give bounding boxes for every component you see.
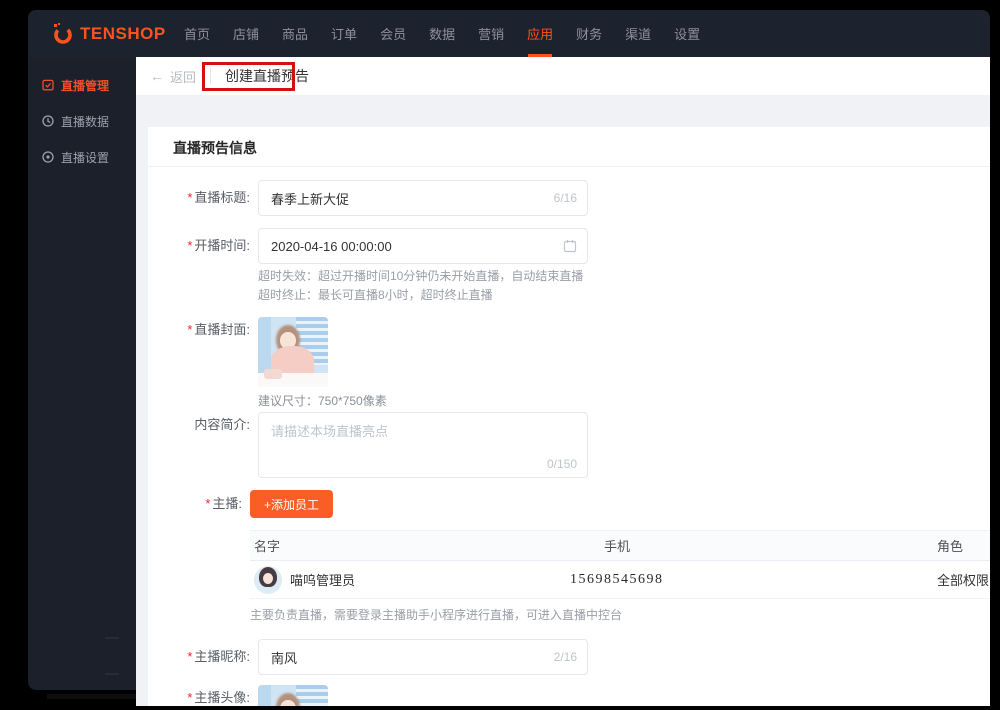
- field-label: * 直播标题:: [187, 190, 250, 205]
- nav-item-goods[interactable]: 商品: [282, 10, 308, 57]
- main-content: ← 返回 创建直播预告 直播预告信息 * 直播标题: 春季上新大促 6/16 *…: [136, 57, 990, 706]
- field-row-avatar: * 主播头像:: [148, 685, 990, 706]
- nickname-value: 南风: [271, 650, 298, 666]
- sidebar-faint-divider: [105, 637, 119, 639]
- field-row-title: * 直播标题: 春季上新大促 6/16: [148, 180, 990, 216]
- field-row-description: 内容简介: 0/150: [148, 412, 990, 478]
- broadcast-form: * 直播标题: 春季上新大促 6/16 * 开播时间: 2020-04-16 00:…: [148, 167, 990, 706]
- page-title: 创建直播预告: [225, 68, 310, 84]
- anchor-table: 名字 手机 角色 喵呜管理员 15698545698 全部权限: [250, 530, 990, 599]
- nav-item-orders[interactable]: 订单: [331, 10, 357, 57]
- sidebar-item-label: 直播管理: [61, 78, 110, 93]
- nav-item-shop[interactable]: 店铺: [233, 10, 259, 57]
- nickname-char-counter: 2/16: [553, 650, 577, 664]
- field-label: * 主播头像:: [187, 690, 250, 705]
- sidebar-item-live-manage[interactable]: 直播管理: [28, 67, 136, 103]
- nav-item-home[interactable]: 首页: [184, 10, 210, 57]
- field-row-nickname: * 主播昵称: 南风 2/16: [148, 639, 990, 675]
- sidebar-faint-divider: [105, 673, 119, 675]
- cover-size-hint: 建议尺寸：750*750像素: [258, 394, 387, 408]
- anchor-table-header: 名字 手机 角色: [250, 531, 990, 561]
- anchor-avatar-image[interactable]: [258, 685, 328, 706]
- time-tip-line: 超时终止：最长可直播8小时，超时终止直播: [258, 288, 493, 302]
- description-textarea-wrap: 0/150: [258, 412, 588, 478]
- form-card: 直播预告信息 * 直播标题: 春季上新大促 6/16 * 开播时间: 2020-…: [148, 127, 990, 706]
- col-header-phone: 手机: [604, 539, 631, 554]
- sidebar-item-live-settings[interactable]: 直播设置: [28, 139, 136, 175]
- main-nav: 首页 店铺 商品 订单 会员 数据 营销 应用 财务 渠道 设置: [184, 10, 700, 57]
- brand-name: TENSHOP: [80, 23, 166, 43]
- start-time-value: 2020-04-16 00:00:00: [271, 238, 392, 254]
- field-label: * 主播昵称:: [187, 649, 250, 664]
- broadcast-manage-icon: [41, 78, 55, 92]
- sidebar-item-live-data[interactable]: 直播数据: [28, 103, 136, 139]
- nav-item-channels[interactable]: 渠道: [625, 10, 651, 57]
- field-label: * 主播:: [205, 496, 242, 511]
- nav-item-data[interactable]: 数据: [429, 10, 455, 57]
- anchor-avatar: [254, 565, 282, 594]
- required-mark: *: [187, 649, 193, 664]
- required-mark: *: [187, 190, 193, 205]
- required-mark: *: [205, 496, 211, 511]
- back-button[interactable]: 返回: [170, 67, 196, 86]
- tenshop-logo-icon: [52, 22, 74, 45]
- broadcast-data-icon: [41, 114, 55, 128]
- nav-item-settings[interactable]: 设置: [674, 10, 700, 57]
- nav-item-finance[interactable]: 财务: [576, 10, 602, 57]
- app-frame: TENSHOP 首页 店铺 商品 订单 会员 数据 营销 应用 财务 渠道 设置…: [0, 0, 1000, 710]
- add-staff-button[interactable]: +添加员工: [250, 490, 334, 518]
- broadcast-settings-icon: [41, 150, 55, 164]
- anchor-phone: 15698545698: [570, 571, 664, 587]
- section-title: 直播预告信息: [148, 127, 990, 167]
- field-label: * 直播封面:: [187, 322, 250, 337]
- description-char-counter: 0/150: [546, 457, 577, 471]
- title-input-value: 春季上新大促: [271, 191, 350, 207]
- field-row-anchor: * 主播: +添加员工 名字 手机 角色 喵呜管理员 15698545698 全…: [148, 490, 990, 624]
- time-tip-line: 超时失效：超过开播时间10分钟仍未开始直播，自动结束直播: [258, 269, 584, 283]
- cover-image[interactable]: [258, 317, 328, 387]
- field-label: * 开播时间:: [187, 238, 250, 253]
- nav-item-apps[interactable]: 应用: [527, 10, 553, 57]
- nickname-input[interactable]: 南风 2/16: [258, 639, 588, 675]
- title-char-counter: 6/16: [553, 191, 577, 205]
- col-header-role: 角色: [937, 539, 964, 554]
- table-row[interactable]: 喵呜管理员 15698545698 全部权限: [250, 561, 990, 599]
- nav-item-members[interactable]: 会员: [380, 10, 406, 57]
- col-header-name: 名字: [254, 539, 281, 554]
- anchor-role: 全部权限: [937, 573, 990, 588]
- page-header: ← 返回 创建直播预告: [136, 57, 990, 95]
- field-label: 内容简介:: [194, 417, 250, 432]
- nav-item-marketing[interactable]: 营销: [478, 10, 504, 57]
- back-arrow-icon[interactable]: ←: [150, 68, 164, 84]
- required-mark: *: [187, 322, 193, 337]
- calendar-icon[interactable]: [563, 239, 577, 253]
- required-mark: *: [187, 690, 193, 705]
- title-input[interactable]: 春季上新大促 6/16: [258, 180, 588, 216]
- field-row-cover: * 直播封面: 建议尺寸：750*750像素: [148, 317, 990, 410]
- brand-logo[interactable]: TENSHOP: [52, 22, 170, 45]
- sidebar-item-label: 直播设置: [61, 150, 110, 165]
- anchor-tip: 主要负责直播，需要登录主播助手小程序进行直播，可进入直播中控台: [250, 608, 623, 622]
- required-mark: *: [187, 238, 193, 253]
- field-row-start-time: * 开播时间: 2020-04-16 00:00:00 超时失效：超过开播时间1…: [148, 228, 990, 305]
- anchor-name: 喵呜管理员: [290, 573, 356, 588]
- sidebar: 直播管理 直播数据 直播设置: [28, 57, 136, 690]
- sidebar-item-label: 直播数据: [61, 114, 110, 129]
- time-tips: 超时失效：超过开播时间10分钟仍未开始直播，自动结束直播 超时终止：最长可直播8…: [258, 267, 588, 305]
- description-textarea[interactable]: [259, 413, 587, 477]
- header-divider: [210, 68, 212, 84]
- start-time-input[interactable]: 2020-04-16 00:00:00: [258, 228, 588, 264]
- top-navbar: TENSHOP 首页 店铺 商品 订单 会员 数据 营销 应用 财务 渠道 设置: [28, 10, 990, 57]
